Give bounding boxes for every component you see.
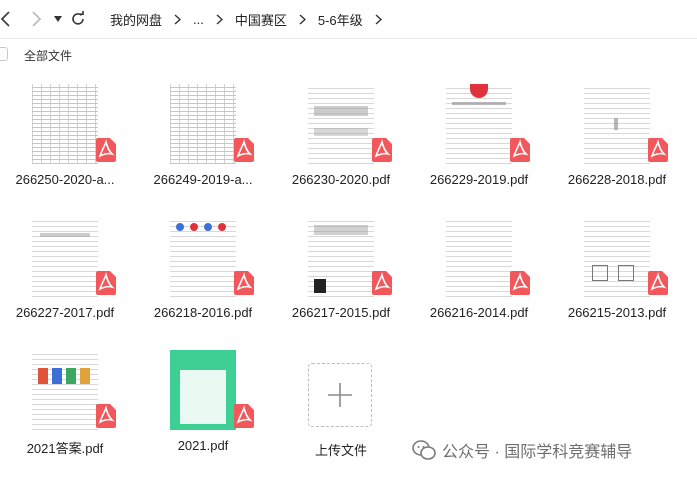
file-tile[interactable]: 266249-2019-a... [138, 70, 268, 195]
breadcrumb-item-ellipsis[interactable]: ... [193, 12, 204, 27]
file-tile[interactable]: 266227-2017.pdf [0, 203, 130, 328]
file-name: 266249-2019-a... [153, 172, 253, 187]
file-name: 266215-2013.pdf [567, 305, 667, 320]
file-name: 2021答案.pdf [26, 441, 104, 456]
upload-button[interactable] [308, 363, 372, 427]
breadcrumb: 我的网盘 ... 中国赛区 5-6年级 [110, 10, 394, 29]
file-name: 266218-2016.pdf [153, 305, 253, 320]
pdf-icon [96, 138, 116, 162]
file-name: 266229-2019.pdf [429, 172, 529, 187]
file-tile[interactable]: 266230-2020.pdf [276, 70, 406, 195]
chevron-left-icon [0, 11, 10, 27]
watermark: 公众号 · 国际学科竞赛辅导 [412, 436, 632, 464]
chevron-right-icon [174, 14, 182, 25]
upload-label: 上传文件 [314, 443, 367, 458]
chevron-right-icon [32, 11, 42, 27]
pdf-icon [96, 271, 116, 295]
toolbar: 我的网盘 ... 中国赛区 5-6年级 [0, 0, 697, 38]
caret-down-icon [54, 16, 62, 22]
file-tile[interactable]: 266218-2016.pdf [138, 203, 268, 328]
file-tile[interactable]: 266216-2014.pdf [414, 203, 544, 328]
chevron-right-icon [216, 14, 223, 25]
plus-icon [328, 383, 352, 407]
pdf-icon [372, 138, 392, 162]
breadcrumb-item-grade[interactable]: 5-6年级 [318, 10, 363, 29]
wechat-icon [412, 440, 436, 460]
breadcrumb-item-china-region[interactable]: 中国赛区 [235, 10, 287, 29]
pdf-icon [510, 138, 530, 162]
file-name: 266217-2015.pdf [291, 305, 391, 320]
file-name: 266216-2014.pdf [429, 305, 529, 320]
chevron-right-icon [299, 14, 306, 25]
watermark-text: 公众号 · 国际学科竞赛辅导 [442, 444, 633, 461]
file-name: 266227-2017.pdf [15, 305, 115, 320]
select-all-label: 全部文件 [24, 49, 73, 63]
file-tile[interactable]: 2021.pdf [138, 336, 268, 461]
pdf-icon [234, 271, 254, 295]
file-name: 2021.pdf [177, 438, 229, 453]
file-tile[interactable]: 266229-2019.pdf [414, 70, 544, 195]
pdf-icon [510, 271, 530, 295]
select-all-checkbox[interactable] [0, 47, 8, 61]
pdf-icon [234, 138, 254, 162]
upload-tile[interactable]: 上传文件 [276, 349, 406, 474]
history-dropdown[interactable] [48, 9, 68, 29]
pdf-icon [96, 404, 116, 428]
file-name: 266230-2020.pdf [291, 172, 391, 187]
file-tile[interactable]: 266217-2015.pdf [276, 203, 406, 328]
forward-button[interactable] [26, 9, 46, 29]
pdf-icon [234, 404, 254, 428]
file-name: 266228-2018.pdf [567, 172, 667, 187]
breadcrumb-item-my-drive[interactable]: 我的网盘 [110, 10, 162, 29]
file-tile[interactable]: 266250-2020-a... [0, 70, 130, 195]
file-tile[interactable]: 2021答案.pdf [0, 336, 130, 461]
back-button[interactable] [0, 9, 16, 29]
refresh-icon [72, 11, 84, 25]
pdf-icon [372, 271, 392, 295]
chevron-right-icon [375, 14, 382, 25]
pdf-icon [648, 271, 668, 295]
file-tile[interactable]: 266228-2018.pdf [552, 70, 682, 195]
file-name: 266250-2020-a... [15, 172, 115, 187]
file-tile[interactable]: 266215-2013.pdf [552, 203, 682, 328]
pdf-icon [648, 138, 668, 162]
toolbar-divider [0, 38, 697, 39]
refresh-button[interactable] [68, 9, 88, 29]
